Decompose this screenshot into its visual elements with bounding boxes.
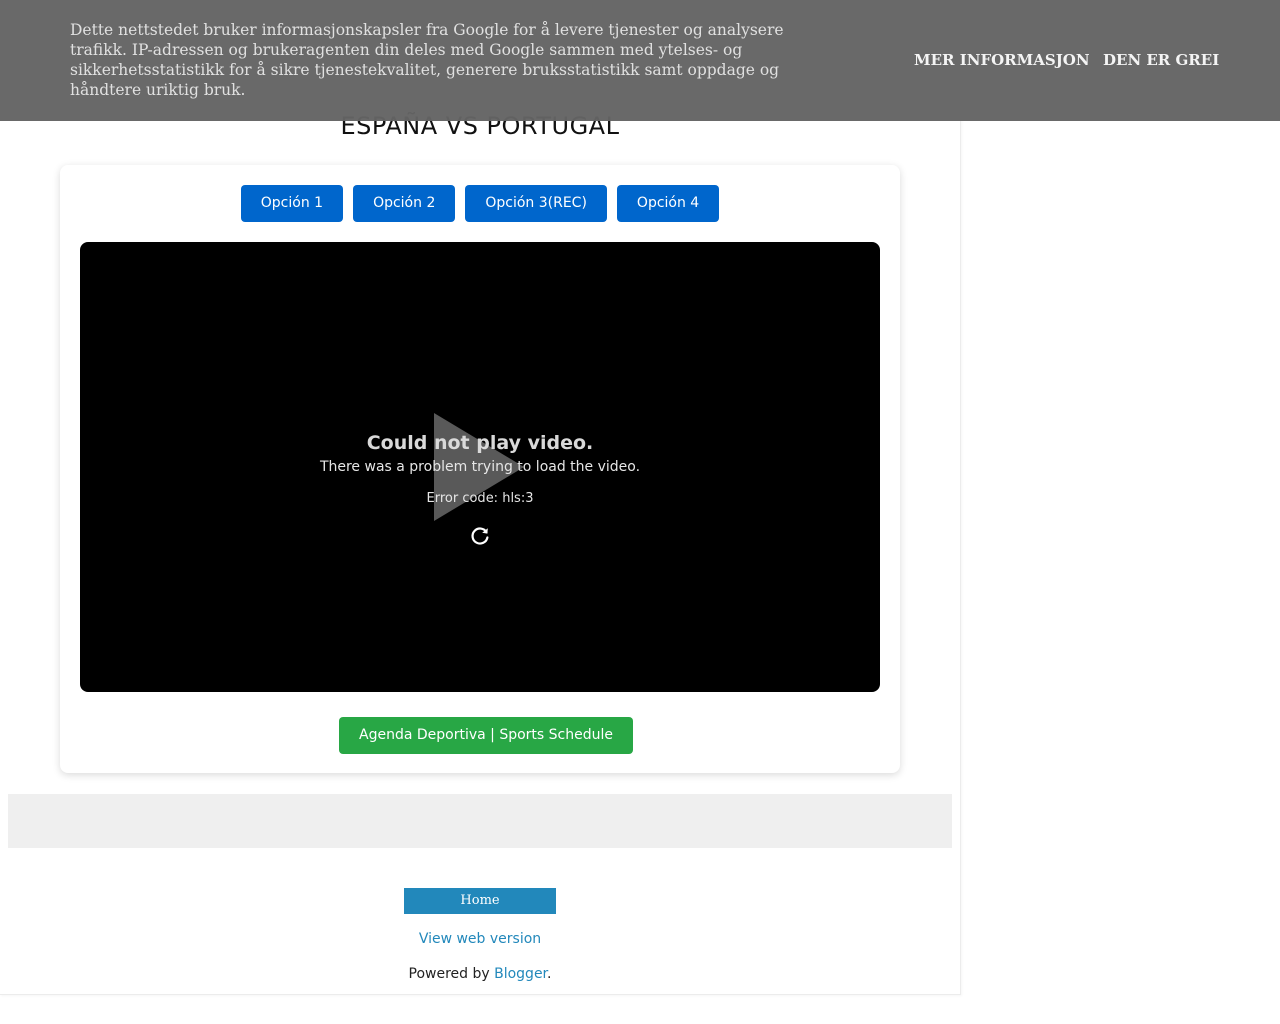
home-button[interactable]: Home	[404, 888, 556, 914]
view-web-version-link[interactable]: View web version	[0, 929, 960, 949]
powered-by-prefix: Powered by	[408, 966, 495, 982]
ad-placeholder-band	[8, 794, 952, 848]
video-player[interactable]: Could not play video. There was a proble…	[80, 242, 880, 692]
powered-by-line: Powered by Blogger.	[0, 964, 960, 984]
error-message: There was a problem trying to load the v…	[319, 459, 641, 475]
error-code: Error code: hls:3	[426, 491, 534, 506]
cookie-consent-banner: Dette nettstedet bruker informasjonskaps…	[0, 0, 1280, 121]
page: ESPAÑA VS PORTUGAL Opción 1 Opción 2 Opc…	[0, 0, 1280, 1024]
more-information-link[interactable]: MER INFORMASJON	[914, 50, 1090, 70]
error-heading: Could not play video.	[366, 432, 594, 454]
accept-cookies-button[interactable]: DEN ER GREI	[1103, 50, 1219, 70]
stream-option-row: Opción 1 Opción 2 Opción 3(REC) Opción 4	[60, 185, 900, 222]
player-card: Opción 1 Opción 2 Opción 3(REC) Opción 4…	[60, 165, 900, 773]
option-2-button[interactable]: Opción 2	[353, 185, 456, 222]
refresh-icon-graphic	[471, 527, 489, 545]
option-3-button[interactable]: Opción 3(REC)	[465, 185, 607, 222]
blogger-link[interactable]: Blogger	[494, 966, 547, 982]
sports-schedule-button[interactable]: Agenda Deportiva | Sports Schedule	[339, 717, 633, 754]
option-4-button[interactable]: Opción 4	[616, 185, 720, 222]
powered-by-suffix: .	[547, 966, 552, 982]
cookie-notice-text: Dette nettstedet bruker informasjonskaps…	[70, 21, 784, 99]
option-1-button[interactable]: Opción 1	[240, 185, 344, 222]
main-column: ESPAÑA VS PORTUGAL Opción 1 Opción 2 Opc…	[0, 0, 961, 995]
refresh-icon[interactable]	[468, 524, 492, 548]
